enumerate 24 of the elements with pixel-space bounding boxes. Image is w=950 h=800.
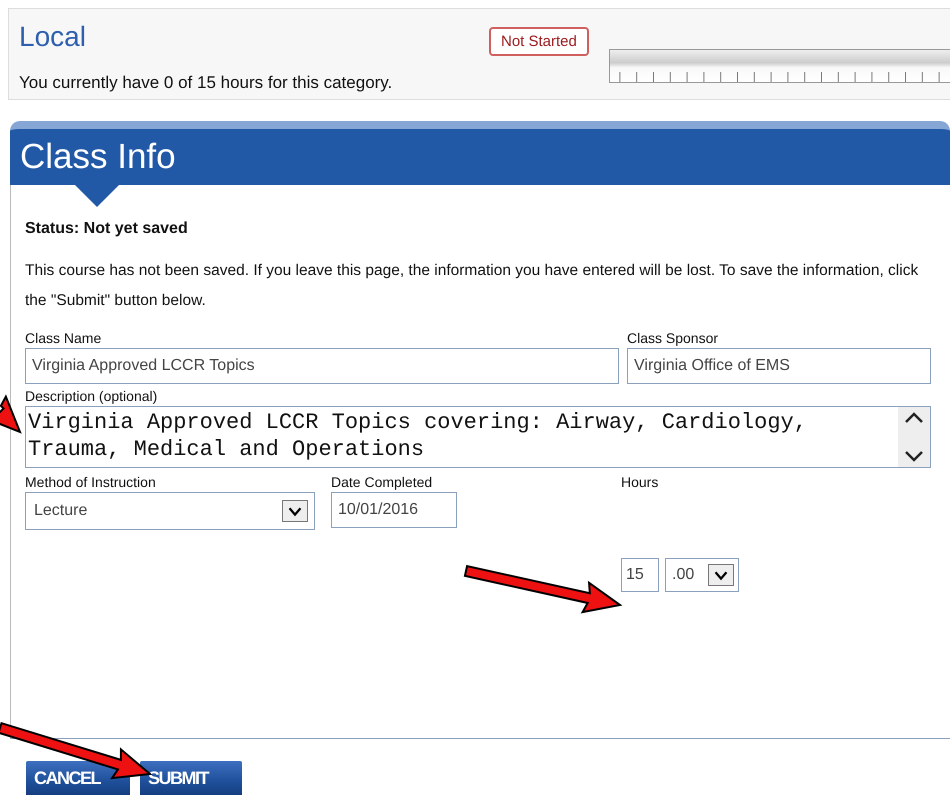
class-name-field[interactable]: Virginia Approved LCCR Topics (25, 348, 619, 384)
arrow (0, 394, 22, 434)
field-label: Class Name (25, 330, 102, 346)
fraction-select[interactable]: .00 (665, 558, 739, 592)
field-label: Hours (621, 474, 660, 490)
category-title: Local (19, 21, 87, 53)
field-label: Description (optional) (25, 388, 158, 404)
field-label: Method of Instruction (25, 474, 157, 490)
status-badge: Not Started (489, 27, 589, 56)
hours-field[interactable]: 15 (621, 558, 659, 592)
description-field[interactable]: Virginia Approved LCCR Topics covering: Airway, Cardiology, Trauma, Medical and Operations (25, 406, 931, 468)
scroll-down-icon[interactable] (903, 449, 925, 463)
submit-button[interactable]: SUBMIT (140, 761, 242, 795)
field-label: Class Sponsor (627, 330, 720, 346)
unsaved-notice: This course has not been saved. If you leave this page, the information you have entered will be lost. To save the information, click the "Submit" button below. (25, 261, 920, 311)
save-status: Status: Not yet saved (25, 220, 189, 238)
date-field[interactable]: 10/01/2016 (331, 492, 457, 528)
field-label: Date Completed (331, 474, 434, 490)
hours-summary: You currently have 0 of 15 hours for this category. (19, 73, 394, 93)
description-text: Virginia Approved LCCR Topics covering: Airway, Cardiology, Trauma, Medical and Operations (27, 409, 808, 464)
scroll-up-icon[interactable] (903, 411, 925, 425)
panel-title: Class Info (20, 137, 176, 177)
method-select[interactable]: Lecture (25, 492, 315, 530)
class-sponsor-field[interactable]: Virginia Office of EMS (627, 348, 931, 384)
